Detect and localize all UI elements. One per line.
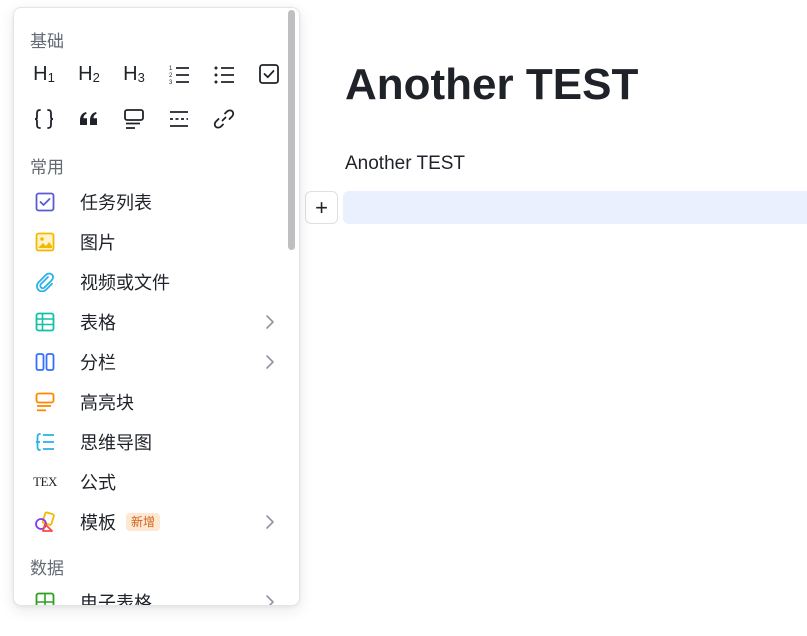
heading-2-icon: H2 bbox=[78, 62, 100, 85]
menu-item-task-list[interactable]: 任务列表 bbox=[18, 183, 288, 221]
chevron-right-icon bbox=[266, 515, 274, 529]
document-paragraph[interactable]: Another TEST bbox=[345, 153, 465, 175]
checkbox-icon bbox=[259, 64, 279, 84]
checkbox-button[interactable] bbox=[251, 56, 287, 92]
mindmap-icon bbox=[34, 431, 56, 453]
menu-item-columns[interactable]: 分栏 bbox=[18, 343, 288, 381]
active-empty-block[interactable] bbox=[343, 191, 807, 224]
insert-block-menu: 基础 H1 H2 H3 1 2 3 常用 任务列表 图片 视频或文件 表格 分栏… bbox=[13, 7, 300, 606]
heading-1-icon: H1 bbox=[33, 62, 55, 85]
chevron-right-icon bbox=[266, 355, 274, 369]
section-label-basic: 基础 bbox=[30, 32, 64, 51]
divider-button[interactable] bbox=[161, 101, 197, 137]
svg-text:2: 2 bbox=[169, 73, 173, 79]
menu-item-image[interactable]: 图片 bbox=[18, 223, 288, 261]
menu-item-video-or-file[interactable]: 视频或文件 bbox=[18, 263, 288, 301]
svg-text:1: 1 bbox=[169, 66, 173, 72]
svg-text:3: 3 bbox=[169, 80, 173, 85]
link-icon bbox=[213, 109, 235, 129]
document-title[interactable]: Another TEST bbox=[345, 60, 638, 110]
heading-1-button[interactable]: H1 bbox=[26, 56, 62, 92]
menu-item-highlight-block[interactable]: 高亮块 bbox=[18, 383, 288, 421]
task-list-icon bbox=[34, 191, 56, 213]
menu-item-template[interactable]: 模板 新增 bbox=[18, 503, 288, 541]
heading-3-button[interactable]: H3 bbox=[116, 56, 152, 92]
menu-item-formula[interactable]: TEX 公式 bbox=[18, 463, 288, 501]
attachment-icon bbox=[34, 271, 56, 293]
chevron-right-icon bbox=[266, 595, 274, 605]
heading-3-icon: H3 bbox=[123, 62, 145, 85]
template-icon bbox=[34, 511, 56, 533]
code-block-button[interactable] bbox=[26, 101, 62, 137]
columns-icon bbox=[34, 351, 56, 373]
section-label-data: 数据 bbox=[30, 559, 64, 578]
menu-item-spreadsheet[interactable]: 电子表格 bbox=[18, 583, 288, 605]
bullet-list-icon bbox=[214, 66, 234, 84]
section-label-common: 常用 bbox=[30, 158, 64, 177]
menu-scrollbar[interactable] bbox=[288, 10, 295, 250]
highlight-block-icon bbox=[34, 391, 56, 413]
table-icon bbox=[34, 311, 56, 333]
ordered-list-icon: 1 2 3 bbox=[169, 66, 189, 85]
menu-item-table[interactable]: 表格 bbox=[18, 303, 288, 341]
callout-button[interactable] bbox=[116, 101, 152, 137]
ordered-list-button[interactable]: 1 2 3 bbox=[161, 56, 197, 92]
new-badge: 新增 bbox=[126, 513, 161, 531]
code-block-icon bbox=[34, 109, 54, 129]
image-icon bbox=[34, 231, 56, 253]
quote-icon bbox=[80, 112, 97, 125]
spreadsheet-icon bbox=[34, 591, 56, 605]
bullet-list-button[interactable] bbox=[206, 56, 242, 92]
heading-2-button[interactable]: H2 bbox=[71, 56, 107, 92]
callout-icon bbox=[124, 109, 144, 129]
divider-icon bbox=[170, 111, 188, 127]
add-block-button[interactable]: + bbox=[305, 191, 338, 224]
quote-button[interactable] bbox=[71, 101, 107, 137]
link-button[interactable] bbox=[206, 101, 242, 137]
menu-item-mindmap[interactable]: 思维导图 bbox=[18, 423, 288, 461]
tex-icon: TEX bbox=[33, 474, 57, 489]
chevron-right-icon bbox=[266, 315, 274, 329]
